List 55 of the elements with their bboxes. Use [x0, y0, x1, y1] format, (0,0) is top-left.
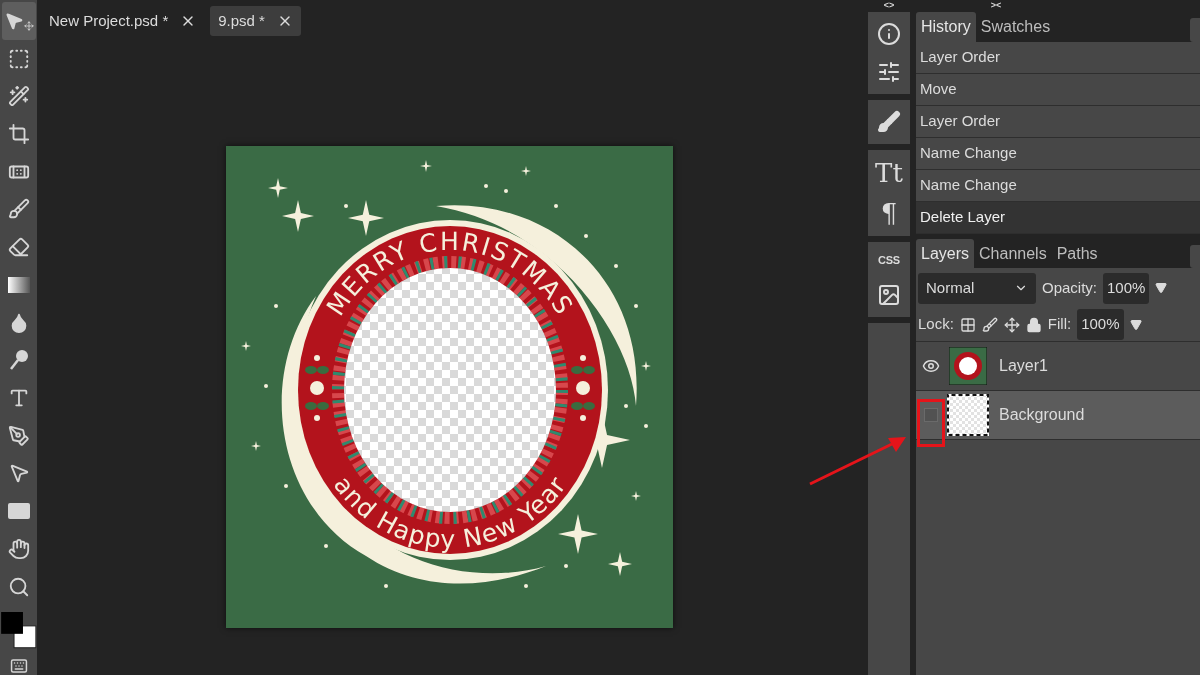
color-swatches-icon[interactable]: [0, 611, 37, 650]
hand-icon: [7, 537, 30, 560]
panel-glyph[interactable]: CSS: [878, 252, 900, 269]
lock-label: Lock:: [918, 314, 954, 335]
rectangle-icon: [7, 503, 30, 520]
eye-icon[interactable]: [922, 357, 940, 375]
panel-tab[interactable]: Channels: [974, 239, 1052, 268]
layer-name: Layer1: [999, 356, 1048, 376]
history-item[interactable]: Delete Layer: [916, 202, 1200, 234]
brush-icon: [7, 198, 30, 221]
layer-thumbnail: [947, 394, 989, 436]
layer-name: Background: [999, 405, 1085, 425]
dodge-icon: [7, 349, 30, 372]
panel-glyph[interactable]: Tt: [875, 160, 903, 186]
history-item[interactable]: Layer Order: [916, 42, 1200, 74]
fill-label: Fill:: [1047, 314, 1072, 335]
layer-row[interactable]: Background: [916, 391, 1200, 440]
wand-icon: [7, 85, 30, 108]
visibility-toggle[interactable]: [924, 408, 938, 422]
dropdown-triangle-icon[interactable]: [1129, 318, 1142, 331]
eraser-icon: [7, 236, 30, 259]
move-icon[interactable]: [1003, 316, 1020, 333]
panel-tab[interactable]: Paths: [1051, 239, 1103, 268]
image-icon[interactable]: [877, 282, 901, 307]
history-item[interactable]: Layer Order: [916, 106, 1200, 138]
panel-tab[interactable]: Swatches: [975, 12, 1056, 42]
panel-tab[interactable]: History: [916, 12, 976, 42]
checkerboard-icon[interactable]: [959, 316, 976, 333]
crop-icon: [7, 123, 30, 145]
brush-icon[interactable]: [877, 110, 901, 134]
dropdown-triangle-icon[interactable]: [1155, 282, 1168, 294]
document-tab[interactable]: 9.psd *: [210, 6, 301, 36]
document-tab[interactable]: New Project.psd *: [41, 6, 205, 36]
expand-toggle[interactable]: ><: [990, 0, 1002, 12]
history-item[interactable]: Move: [916, 74, 1200, 106]
marquee-icon: [7, 47, 30, 70]
panel-tab[interactable]: Layers: [916, 239, 975, 268]
search-icon: [7, 575, 30, 598]
info-icon[interactable]: [877, 22, 901, 46]
lock-icon[interactable]: [1025, 316, 1042, 333]
fill-field[interactable]: 100%: [1077, 309, 1124, 340]
opacity-label: Opacity:: [1042, 277, 1098, 298]
brush-icon[interactable]: [981, 316, 998, 333]
pen-icon: [7, 424, 30, 447]
history-item[interactable]: Name Change: [916, 170, 1200, 202]
tool-button[interactable]: [1, 2, 36, 40]
collapse-toggle[interactable]: <>: [883, 0, 895, 12]
highlight-frame: [917, 399, 945, 447]
history-item[interactable]: Name Change: [916, 138, 1200, 170]
sliders-icon[interactable]: [877, 60, 901, 84]
layer-thumbnail: [949, 347, 987, 385]
gradient-icon: [7, 276, 30, 293]
opacity-field[interactable]: 100%: [1103, 272, 1150, 304]
panel-glyph[interactable]: ¶: [880, 200, 898, 226]
blend-mode-select[interactable]: Normal: [918, 272, 1036, 304]
